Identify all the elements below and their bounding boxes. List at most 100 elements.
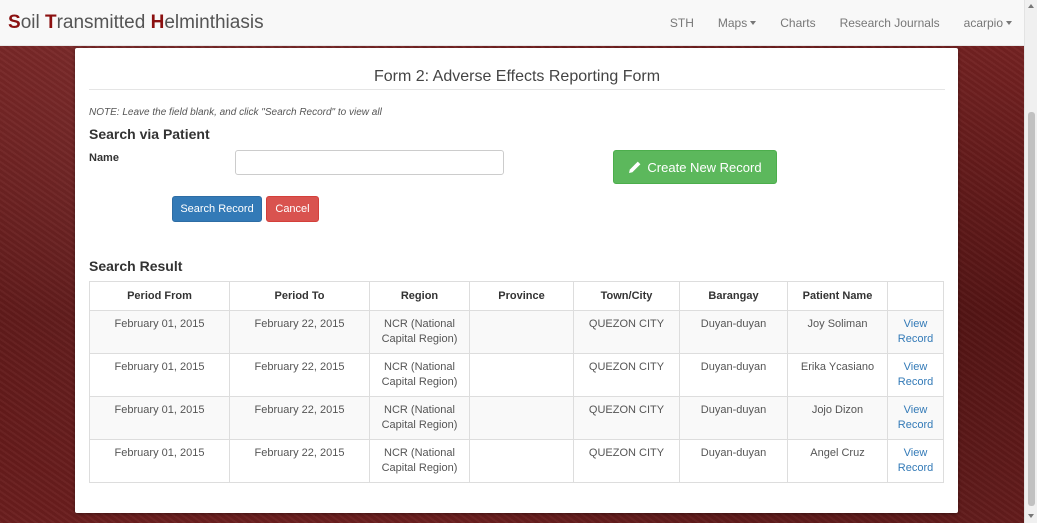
period-from-cell: February 01, 2015	[89, 439, 230, 483]
province-cell	[469, 353, 574, 397]
period-from-cell: February 01, 2015	[89, 353, 230, 397]
nav-label: STH	[669, 16, 694, 30]
town-city-cell: QUEZON CITY	[573, 310, 680, 354]
column-header: Region	[369, 281, 470, 311]
nav-label: acarpio	[963, 16, 1003, 30]
caret-down-icon	[1006, 21, 1012, 25]
barangay-cell: Duyan-duyan	[679, 353, 788, 397]
region-line: Capital Region)	[381, 376, 458, 388]
view-record-link[interactable]: View Record	[887, 396, 944, 440]
region-line: Capital Region)	[381, 419, 458, 431]
view-record-text: View	[903, 361, 928, 373]
title-divider	[89, 89, 945, 90]
table-header-row: Period From Period To Region Province To…	[89, 281, 944, 311]
name-input[interactable]	[235, 150, 504, 175]
view-record-link[interactable]: View Record	[887, 310, 944, 354]
cancel-button[interactable]: Cancel	[266, 196, 319, 222]
region-line: NCR (National	[384, 447, 455, 459]
column-header: Province	[469, 281, 574, 311]
column-header: Period To	[229, 281, 370, 311]
region-line: NCR (National	[384, 318, 455, 330]
period-to-cell: February 22, 2015	[229, 310, 370, 354]
scroll-up-arrow-icon[interactable]	[1028, 4, 1034, 8]
region-cell: NCR (National Capital Region)	[369, 439, 470, 483]
town-city-cell: QUEZON CITY	[573, 396, 680, 440]
nav-item-charts[interactable]: Charts	[768, 16, 827, 30]
search-record-button[interactable]: Search Record	[172, 196, 262, 222]
column-header: Period From	[89, 281, 230, 311]
nav-menu: STH Maps Charts Research Journals acarpi…	[658, 0, 1024, 46]
view-record-text: Record	[897, 419, 934, 431]
nav-item-research-journals[interactable]: Research Journals	[828, 16, 952, 30]
table-row: February 01, 2015 February 22, 2015 NCR …	[89, 439, 944, 483]
region-cell: NCR (National Capital Region)	[369, 310, 470, 354]
patient-name-cell: Jojo Dizon	[787, 396, 888, 440]
period-from-cell: February 01, 2015	[89, 396, 230, 440]
region-line: Capital Region)	[381, 462, 458, 474]
column-header: Town/City	[573, 281, 680, 311]
province-cell	[469, 439, 574, 483]
table-row: February 01, 2015 February 22, 2015 NCR …	[89, 310, 944, 354]
nav-label: Charts	[780, 16, 816, 30]
nav-label: Research Journals	[839, 16, 940, 30]
patient-name-cell: Erika Ycasiano	[787, 353, 888, 397]
period-to-cell: February 22, 2015	[229, 353, 370, 397]
brand-word-part: elminthiasis	[164, 12, 264, 33]
period-from-cell: February 01, 2015	[89, 310, 230, 354]
vertical-scrollbar[interactable]	[1024, 0, 1037, 523]
search-note: NOTE: Leave the field blank, and click "…	[89, 107, 382, 118]
scroll-down-arrow-icon[interactable]	[1028, 514, 1034, 518]
view-record-text: View	[903, 318, 928, 330]
town-city-cell: QUEZON CITY	[573, 439, 680, 483]
brand-initial-s: S	[8, 12, 21, 33]
town-city-cell: QUEZON CITY	[573, 353, 680, 397]
table-row: February 01, 2015 February 22, 2015 NCR …	[89, 396, 944, 440]
region-line: NCR (National	[384, 361, 455, 373]
nav-item-user[interactable]: acarpio	[952, 16, 1024, 30]
view-record-link[interactable]: View Record	[887, 439, 944, 483]
region-line: Capital Region)	[381, 333, 458, 345]
page-title: Form 2: Adverse Effects Reporting Form	[373, 68, 661, 85]
nav-item-sth[interactable]: STH	[658, 16, 706, 30]
pencil-icon	[629, 161, 641, 173]
patient-name-cell: Angel Cruz	[787, 439, 888, 483]
view-record-text: View	[903, 447, 928, 459]
view-record-text: Record	[897, 376, 934, 388]
period-to-cell: February 22, 2015	[229, 439, 370, 483]
region-line: NCR (National	[384, 404, 455, 416]
search-heading: Search via Patient	[89, 126, 210, 142]
region-cell: NCR (National Capital Region)	[369, 396, 470, 440]
column-header	[887, 281, 944, 311]
period-to-cell: February 22, 2015	[229, 396, 370, 440]
barangay-cell: Duyan-duyan	[679, 439, 788, 483]
scrollbar-thumb[interactable]	[1028, 112, 1035, 506]
table-row: February 01, 2015 February 22, 2015 NCR …	[89, 353, 944, 397]
name-label: Name	[89, 152, 119, 164]
province-cell	[469, 310, 574, 354]
form-panel: Form 2: Adverse Effects Reporting Form N…	[75, 48, 958, 513]
column-header: Patient Name	[787, 281, 888, 311]
top-navbar: Soil Transmitted Helminthiasis STH Maps …	[0, 0, 1024, 46]
create-new-record-button[interactable]: Create New Record	[613, 150, 777, 184]
nav-label: Maps	[717, 16, 748, 30]
barangay-cell: Duyan-duyan	[679, 310, 788, 354]
province-cell	[469, 396, 574, 440]
brand-initial-t: T	[44, 12, 57, 33]
results-table: Period From Period To Region Province To…	[89, 281, 944, 483]
brand-word-part: oil	[20, 12, 45, 33]
barangay-cell: Duyan-duyan	[679, 396, 788, 440]
brand-word-part: ransmitted	[56, 12, 151, 33]
create-new-record-label: Create New Record	[647, 159, 762, 175]
column-header: Barangay	[679, 281, 788, 311]
nav-item-maps[interactable]: Maps	[706, 16, 768, 30]
patient-name-cell: Joy Soliman	[787, 310, 888, 354]
view-record-text: Record	[897, 333, 934, 345]
search-result-heading: Search Result	[89, 258, 183, 274]
view-record-link[interactable]: View Record	[887, 353, 944, 397]
view-record-text: Record	[897, 462, 934, 474]
region-cell: NCR (National Capital Region)	[369, 353, 470, 397]
view-record-text: View	[903, 404, 928, 416]
brand-initial-h: H	[150, 12, 165, 33]
brand-title[interactable]: Soil Transmitted Helminthiasis	[8, 12, 264, 34]
caret-down-icon	[750, 21, 757, 25]
